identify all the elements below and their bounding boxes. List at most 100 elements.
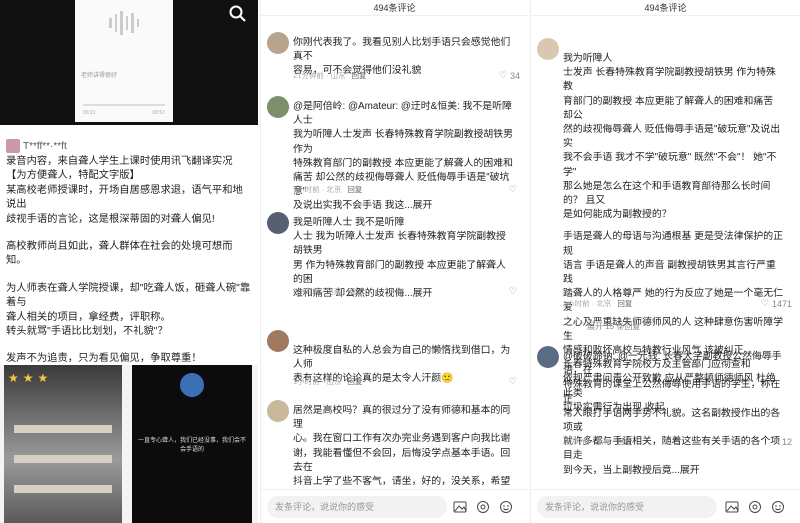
post-author-name: T**ff**·**ft — [23, 140, 67, 152]
comments-panel-middle: 494条评论 你刚代表我了。我看见别人比划手语只会感觉他们真不 容易，可不会觉得他… — [260, 0, 528, 523]
avatar — [6, 139, 20, 153]
comment-input-bar: 发条评论，说说你的感受 — [531, 489, 800, 523]
avatar[interactable] — [267, 330, 289, 352]
comment-line: 语言 手语是聋人的声音 副教授胡铁男其言行严重践 — [563, 259, 776, 286]
comment-line: 特殊教育的课堂上公然侮辱使用手语的学生，称在正 — [563, 379, 781, 405]
expand-replies-button[interactable]: 展开 15 条回复 — [587, 321, 640, 332]
comment-meta: 2小时前 · 北京 回复 — [563, 298, 632, 309]
post-text-line: 录音内容，来自聋人学生上课时使用讯飞翻译实况 — [6, 156, 233, 167]
post-text-line: 歧视手语的言论，这是根深蒂固的对聋人偏见! — [6, 213, 215, 225]
comment-line: 居然是高校吗？真的很过分了没有师德和基本的同理 — [293, 405, 511, 431]
video-time: 00:21 00:57 — [83, 110, 165, 116]
comment-line: 常人眼打手语两手势不礼貌。这名副教授作出的各项或 — [563, 407, 781, 434]
heart-icon: ♡ — [508, 184, 517, 194]
video-player[interactable]: 老师讲得很好 00:21 00:57 — [0, 0, 258, 125]
emoji-icon[interactable] — [499, 500, 513, 514]
heart-icon: ♡ — [770, 436, 779, 446]
reply-button[interactable]: 回复 — [617, 298, 632, 309]
at-icon[interactable] — [748, 500, 762, 514]
image-icon[interactable] — [453, 500, 467, 514]
comment-line: 人士 我为听障人士发声 长春特殊教育学院副教授胡铁男 — [293, 231, 506, 257]
comments-title: 494条评论 — [644, 3, 687, 13]
post-text-line: 聋人相关的项目，拿经费，评职称。 — [6, 311, 171, 323]
like-button[interactable]: ♡ 1471 — [761, 298, 792, 309]
reply-button[interactable]: 回复 — [617, 436, 632, 447]
reply-button[interactable]: 回复 — [352, 70, 367, 81]
image-icon[interactable] — [725, 500, 739, 514]
like-count: 12 — [781, 436, 792, 447]
comment-text: @破破蹄钠: @一元钱: 长春大学副教授公然侮辱手语，在 特殊教育的课堂上公然侮辱… — [563, 350, 783, 478]
comment-input[interactable]: 发条评论，说说你的感受 — [267, 496, 447, 518]
post-images: ★★★ 一直专心聋人，我们已经没事，我们会不会手语的 — [0, 365, 258, 523]
comment-line: 到今天，当上副教授后竟...展开 — [563, 464, 700, 476]
post-text-line: 转头就骂"手语比比划划，不礼貌"？ — [6, 326, 168, 338]
like-button[interactable]: ♡ — [509, 286, 520, 297]
comment-line: 心。我在窗口工作有次办完业务遇到客户向我比谢 — [293, 433, 511, 445]
comment-line: @是阿倍岭: @Amateur: @迂时&恒美: 我不是听障人士 — [293, 101, 512, 127]
like-button[interactable]: ♡ 12 — [771, 436, 792, 447]
comment-time: 21分钟前 · 山东 — [293, 71, 346, 80]
heart-icon: ♡ — [498, 70, 507, 80]
post-text-line: 为人师表在聋人学院授课，却"吃聋人饭，砸聋人碗"靠着与 — [6, 282, 251, 309]
comment-input-bar: 发条评论，说说你的感受 — [261, 489, 528, 523]
post-text-line: 【为方便聋人，特配文字版】 — [6, 170, 140, 182]
post-text-line: 高校教师尚且如此，聋人群体在社会的处境可想而知。 — [6, 241, 233, 267]
comment-time: 1小时前 · 北京 — [293, 185, 342, 194]
heart-icon: ♡ — [508, 286, 517, 296]
at-icon[interactable] — [476, 500, 490, 514]
comment-line: 男 作为特殊教育部门的副教授 本应更能了解聋人的困 — [293, 259, 506, 285]
comment-meta: 21分钟前 · 山东 回复 — [293, 70, 367, 81]
comment-meta: 1小时前 · 山东 回复 — [293, 376, 362, 387]
avatar[interactable] — [267, 32, 289, 54]
comment-meta: 2小时前 · 河南 回复 — [293, 286, 362, 297]
comment-line: 我为听障人士发声 长春特殊教育学院副教授胡铁男 作为 — [293, 129, 513, 155]
audio-wave-icon — [109, 8, 139, 38]
post-paragraph-gap — [6, 227, 252, 240]
post-author[interactable]: T**ff**·**ft — [6, 139, 67, 153]
video-subtitle: 一直专心聋人，我们已经没事，我们会不会手语的 — [137, 438, 246, 453]
video-frame: 老师讲得很好 00:21 00:57 — [75, 0, 173, 122]
emoji-icon[interactable] — [771, 500, 785, 514]
star-emoji-icon: ★★★ — [8, 371, 53, 385]
left-post-panel: 老师讲得很好 00:21 00:57 T**ff**·**ft 录音内容，来自聋… — [0, 0, 258, 523]
video-progress[interactable] — [83, 104, 165, 106]
post-card: T**ff**·**ft 录音内容，来自聋人学生上课时使用讯飞翻译实况 【为方便聋… — [0, 125, 258, 379]
comment-time: 2小时前 · 河南 — [293, 287, 342, 296]
school-logo-icon — [180, 373, 204, 397]
reply-button[interactable]: 回复 — [347, 184, 362, 195]
post-paragraph-gap — [6, 269, 252, 282]
post-text-line: 某高校老师授课时，开场自居感恩求退，语气平和地说出 — [6, 184, 243, 211]
comment-line: 这种极度自私的人总会为自己的懒惰找到借口，为人师 — [293, 345, 511, 371]
comment-line: @破破蹄钠: @一元钱: 长春大学副教授公然侮辱手语，在 — [563, 351, 782, 377]
comment-line: 你刚代表我了。我看见别人比划手语只会感觉他们真不 — [293, 37, 511, 63]
comment-line: 那么她是怎么在这个和手语教育部待那么长时间的？ 且又 — [563, 180, 771, 207]
avatar[interactable] — [267, 96, 289, 118]
search-icon[interactable] — [228, 4, 248, 24]
comment-meta: 1小时前 · 吉林 回复 — [563, 436, 632, 447]
comment-line: 手语是聋人的母语与沟通根基 更是受法律保护的正规 — [563, 231, 783, 257]
comment-meta: 1小时前 · 北京 回复 — [293, 184, 362, 195]
comment-line: 是如何能成为副教授的？ — [563, 209, 672, 221]
avatar[interactable] — [537, 346, 559, 368]
like-button[interactable]: ♡ 34 — [499, 70, 520, 81]
comment-line — [563, 222, 783, 230]
video-time-right: 00:57 — [152, 110, 165, 116]
comment-input[interactable]: 发条评论，说说你的感受 — [537, 496, 717, 518]
like-button[interactable]: ♡ — [509, 184, 520, 195]
avatar[interactable] — [267, 212, 289, 234]
video-screenshot[interactable]: 一直专心聋人，我们已经没事，我们会不会手语的 — [132, 365, 252, 523]
post-paragraph-gap — [6, 339, 252, 352]
comment-line: 及说出实我不会手语 我这...展开 — [293, 200, 433, 212]
heart-icon: ♡ — [760, 298, 769, 308]
reply-button[interactable]: 回复 — [347, 286, 362, 297]
post-body: 录音内容，来自聋人学生上课时使用讯飞翻译实况 【为方便聋人，特配文字版】某高校老师… — [6, 155, 252, 381]
comments-panel-right: 494条评论 我为听障人 士发声 长春特殊教育学院副教授胡铁男 作为特殊教 育部门的… — [530, 0, 800, 523]
reply-button[interactable]: 回复 — [347, 376, 362, 387]
avatar[interactable] — [267, 400, 289, 422]
like-button[interactable]: ♡ — [509, 376, 520, 387]
comment-line: 我不会手语 我才不学"破玩意" 既然"不会"！ 她"不学" — [563, 152, 777, 178]
video-caption: 老师讲得很好 — [81, 73, 118, 79]
avatar[interactable] — [537, 38, 559, 60]
classroom-photo[interactable]: ★★★ — [4, 365, 122, 523]
comment-line: 谢，我能看懂但不会回，后悔没学点基本手语。回去在 — [293, 447, 511, 473]
